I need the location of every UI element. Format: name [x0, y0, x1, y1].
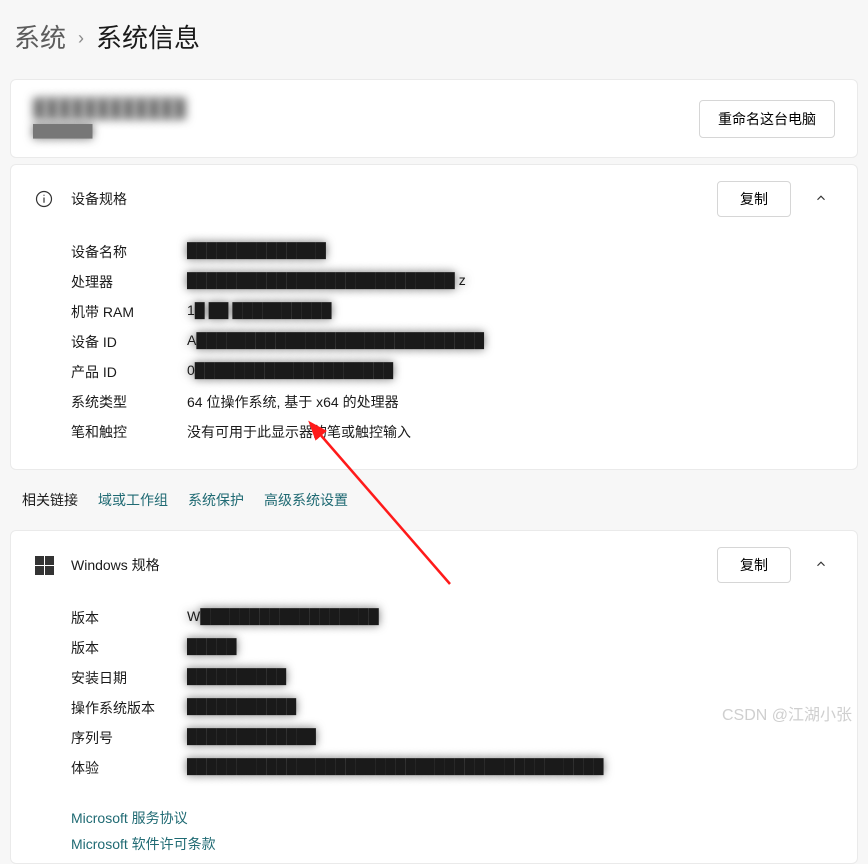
spec-label: 版本 — [71, 608, 167, 628]
spec-value: ███████████████████████████ z — [187, 272, 466, 292]
copy-device-specs-button[interactable]: 复制 — [717, 181, 791, 217]
pc-rename-card: ████████████ ███████ 重命名这台电脑 — [10, 79, 858, 158]
spec-row: 版本 █████ — [71, 633, 835, 663]
spec-label: 产品 ID — [71, 362, 167, 382]
spec-label: 笔和触控 — [71, 422, 167, 442]
spec-label: 体验 — [71, 758, 167, 778]
spec-value: 64 位操作系统, 基于 x64 的处理器 — [187, 392, 399, 412]
chevron-right-icon: › — [78, 28, 84, 49]
spec-label: 序列号 — [71, 728, 167, 748]
spec-row: 产品 ID 0████████████████████ — [71, 357, 835, 387]
device-specs-title: 设备规格 — [71, 189, 127, 209]
spec-value: W██████████████████ — [187, 608, 379, 628]
related-links-label: 相关链接 — [22, 490, 78, 510]
related-links-bar: 相关链接 域或工作组 系统保护 高级系统设置 — [0, 476, 868, 524]
spec-row: 处理器 ███████████████████████████ z — [71, 267, 835, 297]
spec-value: █████ — [187, 638, 237, 658]
device-specs-card: 设备规格 复制 设备名称 ██████████████ 处理器 ███████████… — [10, 164, 858, 470]
spec-row: 操作系统版本 ███████████ — [71, 693, 835, 723]
spec-row: 版本 W██████████████████ — [71, 603, 835, 633]
windows-specs-title: Windows 规格 — [71, 555, 160, 575]
device-specs-header[interactable]: 设备规格 复制 — [11, 165, 857, 233]
breadcrumb: 系统 › 系统信息 — [0, 0, 868, 73]
windows-specs-card: Windows 规格 复制 版本 W██████████████████ 版本 ███… — [10, 530, 858, 864]
copy-windows-specs-button[interactable]: 复制 — [717, 547, 791, 583]
chevron-up-icon[interactable] — [807, 557, 835, 574]
pc-name: ████████████ — [33, 98, 683, 120]
rename-pc-button[interactable]: 重命名这台电脑 — [699, 100, 835, 138]
info-icon — [33, 190, 55, 208]
spec-value: A█████████████████████████████ — [187, 332, 484, 352]
spec-value: 1█ ██ ██████████ — [187, 302, 332, 322]
link-advanced-system-settings[interactable]: 高级系统设置 — [264, 490, 348, 510]
spec-label: 设备 ID — [71, 332, 167, 352]
spec-label: 安装日期 — [71, 668, 167, 688]
spec-value: █████████████ — [187, 728, 316, 748]
spec-row: 体验 ██████████████████████████████████████… — [71, 753, 835, 783]
windows-specs-header[interactable]: Windows 规格 复制 — [11, 531, 857, 599]
spec-value: 0████████████████████ — [187, 362, 393, 382]
spec-row: 设备名称 ██████████████ — [71, 237, 835, 267]
spec-value: ████████████████████████████████████████… — [187, 758, 604, 778]
spec-value: ███████████ — [187, 698, 296, 718]
spec-row: 序列号 █████████████ — [71, 723, 835, 753]
spec-label: 机带 RAM — [71, 302, 167, 322]
spec-value: ██████████ — [187, 668, 286, 688]
spec-label: 操作系统版本 — [71, 698, 167, 718]
spec-value: ██████████████ — [187, 242, 326, 262]
spec-row: 笔和触控没有可用于此显示器的笔或触控输入 — [71, 417, 835, 447]
spec-label: 设备名称 — [71, 242, 167, 262]
windows-icon — [33, 556, 55, 575]
spec-label: 系统类型 — [71, 392, 167, 412]
pc-sub: ███████ — [33, 124, 683, 139]
spec-row: 系统类型 64 位操作系统, 基于 x64 的处理器 — [71, 387, 835, 417]
link-ms-license-terms[interactable]: Microsoft 软件许可条款 — [71, 831, 835, 857]
spec-row: 机带 RAM 1█ ██ ██████████ — [71, 297, 835, 327]
breadcrumb-parent[interactable]: 系统 — [14, 18, 66, 55]
link-system-protection[interactable]: 系统保护 — [188, 490, 244, 510]
spec-row: 设备 ID A█████████████████████████████ — [71, 327, 835, 357]
link-domain-workgroup[interactable]: 域或工作组 — [98, 490, 168, 510]
chevron-up-icon[interactable] — [807, 191, 835, 208]
spec-value: 没有可用于此显示器的笔或触控输入 — [187, 422, 411, 442]
spec-label: 处理器 — [71, 272, 167, 292]
windows-specs-table: 版本 W██████████████████ 版本 █████ 安装日期 ████████… — [11, 599, 857, 805]
device-specs-table: 设备名称 ██████████████ 处理器 ███████████████████… — [11, 233, 857, 469]
pc-meta: ████████████ ███████ — [33, 98, 683, 139]
spec-label: 版本 — [71, 638, 167, 658]
windows-links: Microsoft 服务协议 Microsoft 软件许可条款 — [11, 805, 857, 863]
spec-row: 安装日期 ██████████ — [71, 663, 835, 693]
link-ms-service-agreement[interactable]: Microsoft 服务协议 — [71, 805, 835, 831]
breadcrumb-current: 系统信息 — [96, 18, 200, 55]
